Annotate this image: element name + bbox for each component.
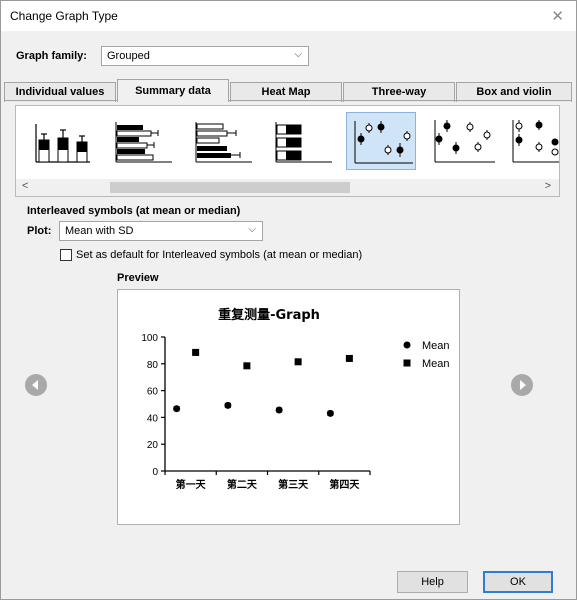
tab-label: Three-way bbox=[371, 86, 427, 98]
graph-family-select[interactable]: Grouped ⌵ bbox=[101, 46, 309, 66]
data-point-circle bbox=[275, 406, 283, 414]
y-tick-label: 60 bbox=[147, 387, 159, 398]
close-icon[interactable]: ✕ bbox=[551, 7, 564, 25]
next-arrow-icon[interactable] bbox=[511, 374, 533, 396]
ok-button[interactable]: OK bbox=[483, 571, 553, 593]
x-tick-label: 第四天 bbox=[329, 478, 360, 491]
horizontal-bar-error-icon[interactable] bbox=[108, 112, 178, 170]
data-point-circle bbox=[173, 405, 181, 413]
data-point-square bbox=[345, 354, 353, 362]
change-graph-type-dialog: Change Graph Type ✕ Graph family: Groupe… bbox=[0, 0, 577, 600]
preview-panel: 重复测量-Graph 0 20 40 60 80 100 第一天 第二天 第三天 第四天 Mean M… bbox=[117, 289, 460, 525]
y-tick-label: 20 bbox=[147, 440, 159, 451]
data-point-square bbox=[243, 362, 251, 370]
horizontal-bar-open-icon[interactable] bbox=[188, 112, 258, 170]
set-default-checkbox[interactable] bbox=[60, 249, 72, 261]
tab-label: Box and violin bbox=[476, 86, 552, 98]
data-point-square bbox=[294, 358, 302, 366]
tab-heat-map[interactable]: Heat Map bbox=[230, 82, 342, 102]
set-default-label: Set as default for Interleaved symbols (… bbox=[76, 249, 363, 261]
title-bar: Change Graph Type ✕ bbox=[1, 1, 576, 31]
tab-label: Individual values bbox=[15, 86, 105, 98]
data-point-circle bbox=[224, 401, 232, 409]
graph-family-value: Grouped bbox=[107, 50, 150, 62]
legend-marker-circle bbox=[403, 341, 411, 349]
tab-divider bbox=[4, 100, 572, 101]
interleaved-symbols-icon[interactable] bbox=[346, 112, 416, 170]
tab-box-and-violin[interactable]: Box and violin bbox=[456, 82, 572, 102]
legend-label: Mean bbox=[422, 340, 450, 352]
vertical-bar-error-icon[interactable] bbox=[28, 112, 98, 170]
help-button[interactable]: Help bbox=[397, 571, 468, 593]
separated-symbols-icon[interactable] bbox=[427, 112, 497, 170]
preview-chart: 重复测量-Graph 0 20 40 60 80 100 第一天 第二天 第三天 第四天 Mean M… bbox=[141, 307, 450, 491]
tab-label: Summary data bbox=[135, 85, 211, 97]
scrollbar-thumb[interactable] bbox=[110, 182, 350, 193]
plot-label: Plot: bbox=[27, 225, 52, 237]
legend-marker-square bbox=[403, 359, 411, 367]
graph-family-label: Graph family: bbox=[16, 50, 87, 62]
data-point-circle bbox=[326, 409, 334, 417]
chevron-down-icon: ⌵ bbox=[294, 49, 302, 60]
graph-gallery: < > bbox=[15, 105, 560, 197]
gallery-scrollbar[interactable]: < > bbox=[16, 179, 559, 196]
legend-label: Mean bbox=[422, 358, 450, 370]
chevron-down-icon: ⌵ bbox=[248, 224, 256, 235]
tab-summary-data[interactable]: Summary data bbox=[117, 79, 229, 102]
tab-label: Heat Map bbox=[261, 86, 311, 98]
plot-select[interactable]: Mean with SD ⌵ bbox=[59, 221, 263, 241]
chart-title: 重复测量-Graph bbox=[218, 307, 320, 323]
plot-value: Mean with SD bbox=[65, 225, 134, 237]
y-tick-label: 100 bbox=[141, 333, 158, 344]
x-tick-label: 第三天 bbox=[278, 478, 309, 491]
tab-three-way[interactable]: Three-way bbox=[343, 82, 455, 102]
window-title: Change Graph Type bbox=[10, 9, 118, 23]
section-title: Interleaved symbols (at mean or median) bbox=[27, 205, 241, 217]
y-tick-label: 40 bbox=[147, 413, 159, 424]
preview-label: Preview bbox=[117, 272, 159, 284]
x-tick-label: 第一天 bbox=[176, 478, 207, 491]
previous-arrow-icon[interactable] bbox=[25, 374, 47, 396]
tab-individual-values[interactable]: Individual values bbox=[4, 82, 116, 102]
y-tick-label: 80 bbox=[147, 360, 159, 371]
scroll-right-icon[interactable]: > bbox=[545, 180, 551, 192]
y-tick-label: 0 bbox=[152, 467, 158, 478]
horizontal-stacked-bar-icon[interactable] bbox=[268, 112, 338, 170]
scroll-left-icon[interactable]: < bbox=[22, 180, 28, 192]
data-point-square bbox=[192, 348, 200, 356]
graph-type-tabs: Individual values Summary data Heat Map … bbox=[4, 79, 575, 102]
x-tick-label: 第二天 bbox=[227, 478, 258, 491]
offset-symbols-icon[interactable] bbox=[505, 112, 559, 170]
